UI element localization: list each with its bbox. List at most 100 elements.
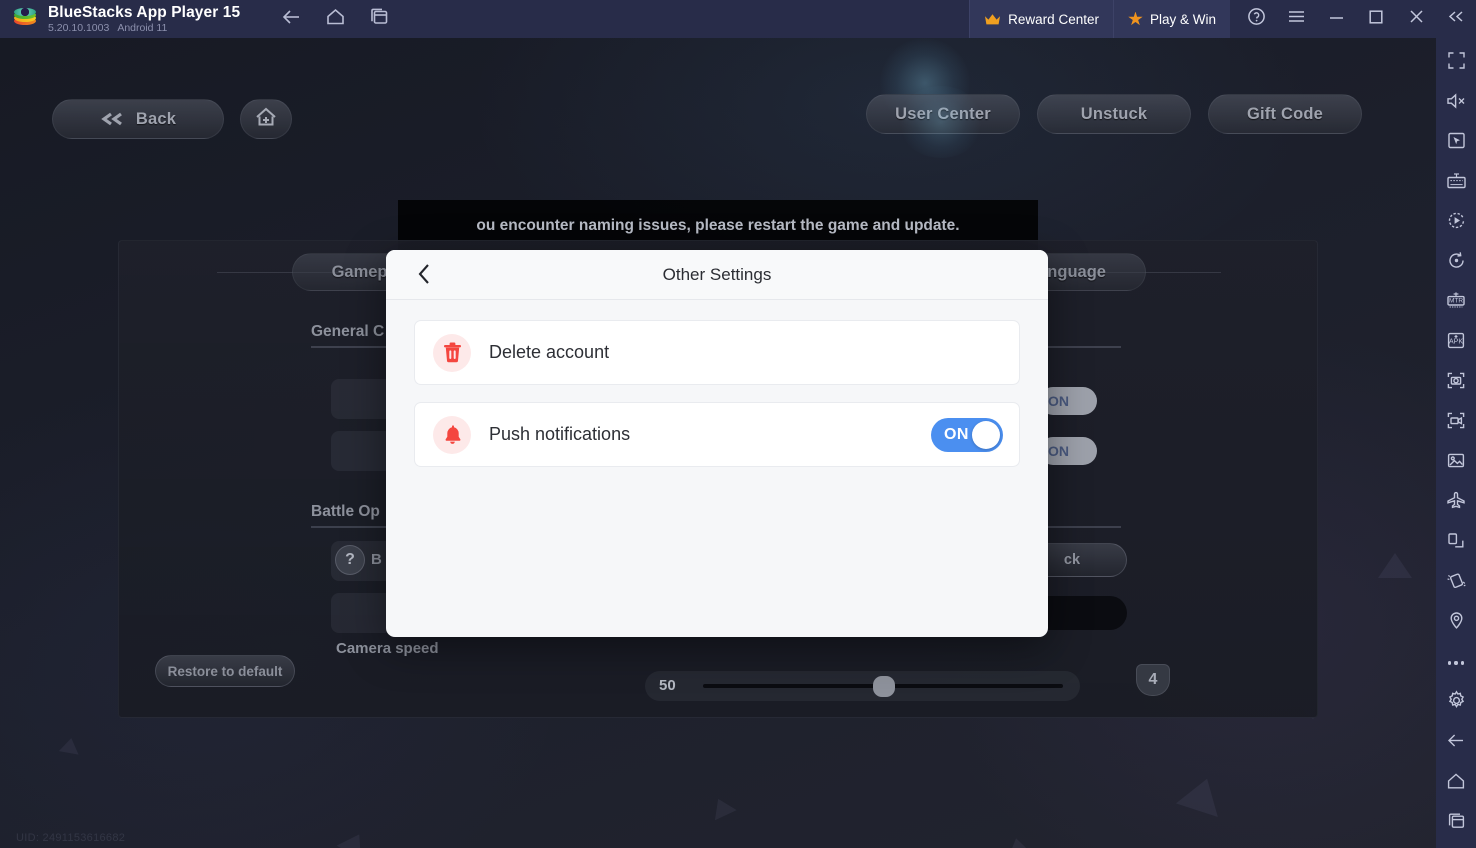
app-title: BlueStacks App Player 15 <box>48 3 241 21</box>
window-titlebar: BlueStacks App Player 15 5.20.10.1003 And… <box>0 0 1476 38</box>
app-version: 5.20.10.1003 <box>48 21 110 34</box>
sidebar-item-fullscreen[interactable] <box>1439 46 1473 80</box>
menu-button[interactable] <box>1276 0 1316 38</box>
user-center-button[interactable]: User Center <box>866 94 1020 134</box>
sidebar-item-macro-recorder[interactable] <box>1439 206 1473 240</box>
sidebar-item-shake[interactable] <box>1439 566 1473 600</box>
titlebar-home-button[interactable] <box>320 5 350 33</box>
game-back-label: Back <box>135 109 177 128</box>
android-recents-icon <box>1447 812 1466 835</box>
quantity-badge[interactable]: 4 <box>1136 664 1170 696</box>
titlebar-instance-manager-button[interactable] <box>364 5 394 33</box>
sidebar-item-screenshot[interactable] <box>1439 366 1473 400</box>
game-home-button[interactable] <box>240 99 292 139</box>
dialog-title: Other Settings <box>662 264 772 284</box>
debris-triangle <box>1378 553 1412 578</box>
android-home-icon <box>1446 772 1466 795</box>
window-title-group: BlueStacks App Player 15 5.20.10.1003 And… <box>48 4 240 35</box>
double-chevron-left-icon <box>100 111 126 127</box>
push-notifications-toggle[interactable]: ON <box>931 417 1003 452</box>
dialog-body: Delete account Push notifications ON <box>386 300 1048 467</box>
debris-triangle <box>58 736 82 755</box>
titlebar-right-group: Reward Center Play & Win <box>969 0 1476 38</box>
minimize-button[interactable] <box>1316 0 1356 38</box>
keyboard-icon <box>1446 172 1467 195</box>
row-delete-account[interactable]: Delete account <box>414 320 1020 385</box>
sidebar-item-rotate[interactable] <box>1439 526 1473 560</box>
gift-code-label: Gift Code <box>1246 104 1324 123</box>
trash-icon <box>433 333 471 372</box>
sidebar-item-media-manager[interactable] <box>1439 446 1473 480</box>
sidebar-item-more[interactable] <box>1439 646 1473 680</box>
sidebar-item-android-recents[interactable] <box>1439 806 1473 840</box>
help-button[interactable] <box>1236 0 1276 38</box>
cursor-icon <box>1447 131 1466 155</box>
titlebar-back-button[interactable] <box>276 5 306 33</box>
double-chevron-left-icon <box>1447 9 1466 29</box>
airplane-icon <box>1446 491 1466 515</box>
toggle-knob <box>972 420 1000 449</box>
fullscreen-icon <box>1447 51 1466 75</box>
collapse-sidebar-button[interactable] <box>1436 0 1476 38</box>
titlebar-nav-group <box>276 5 394 33</box>
sidebar-item-mute[interactable] <box>1439 86 1473 120</box>
camera-speed-slider[interactable]: 50 <box>645 671 1080 701</box>
window-controls <box>1236 0 1476 38</box>
maximize-icon <box>1368 9 1384 30</box>
hamburger-menu-icon <box>1287 9 1306 29</box>
minimize-icon <box>1328 10 1345 28</box>
debris-triangle <box>707 793 737 821</box>
macro-icon <box>1447 211 1466 235</box>
help-circle-icon[interactable]: ? <box>335 545 365 575</box>
unstuck-label: Unstuck <box>1080 104 1148 123</box>
crown-icon <box>984 13 1001 26</box>
sidebar-item-settings[interactable] <box>1439 686 1473 720</box>
reward-center-label: Reward Center <box>1008 11 1099 27</box>
row-push-notifications-label: Push notifications <box>489 424 631 444</box>
back-arrow-icon <box>282 9 301 30</box>
dialog-header: Other Settings <box>386 250 1048 300</box>
sidebar-item-install-apk[interactable]: APK <box>1439 326 1473 360</box>
maximize-button[interactable] <box>1356 0 1396 38</box>
unstuck-button[interactable]: Unstuck <box>1037 94 1191 134</box>
bell-icon <box>433 415 471 454</box>
notification-banner-text: ou encounter naming issues, please resta… <box>476 217 960 234</box>
sidebar-item-android-back[interactable] <box>1439 726 1473 760</box>
debris-triangle <box>997 834 1041 848</box>
home-plus-icon <box>253 105 279 134</box>
svg-text:APK: APK <box>1449 339 1463 346</box>
svg-text:MTR: MTR <box>1449 297 1463 304</box>
star-icon <box>1128 11 1143 26</box>
sidebar-item-airplane-mode[interactable] <box>1439 486 1473 520</box>
help-circle-icon <box>1247 7 1266 31</box>
row-push-notifications[interactable]: Push notifications ON <box>414 402 1020 467</box>
sidebar-item-sync-operations[interactable] <box>1439 246 1473 280</box>
restore-to-default-button[interactable]: Restore to default <box>155 655 295 687</box>
screenshot-icon <box>1446 371 1466 395</box>
close-button[interactable] <box>1396 0 1436 38</box>
sidebar-item-record-screen[interactable] <box>1439 406 1473 440</box>
settings-toggle-2-label: ON <box>1048 443 1069 459</box>
row-push-notifications-control: ON <box>931 417 1003 452</box>
sidebar-item-android-home[interactable] <box>1439 766 1473 800</box>
sidebar-item-location[interactable] <box>1439 606 1473 640</box>
sidebar-item-game-controls[interactable] <box>1439 126 1473 160</box>
location-icon <box>1447 611 1466 635</box>
settings-toggle-1-label: ON <box>1048 393 1069 409</box>
game-back-button[interactable]: Back <box>52 99 224 139</box>
multi-instance-icon <box>370 8 388 30</box>
rotate-icon <box>1446 531 1466 555</box>
other-settings-dialog: Other Settings Delete account Push notif… <box>386 250 1048 637</box>
sidebar-item-keyboard-controls[interactable] <box>1439 166 1473 200</box>
reward-center-button[interactable]: Reward Center <box>969 0 1113 38</box>
install-apk-icon: APK <box>1446 331 1466 355</box>
gift-code-button[interactable]: Gift Code <box>1208 94 1362 134</box>
play-and-win-button[interactable]: Play & Win <box>1112 0 1230 38</box>
settings-gear-icon <box>1446 690 1467 716</box>
restore-to-default-label: Restore to default <box>167 663 283 679</box>
sidebar-item-mtr[interactable]: MTR <box>1439 286 1473 320</box>
camera-speed-label: Camera speed <box>336 640 439 657</box>
slider-knob[interactable] <box>873 676 895 697</box>
debris-triangle <box>1175 772 1229 817</box>
dialog-back-button[interactable] <box>410 262 438 290</box>
